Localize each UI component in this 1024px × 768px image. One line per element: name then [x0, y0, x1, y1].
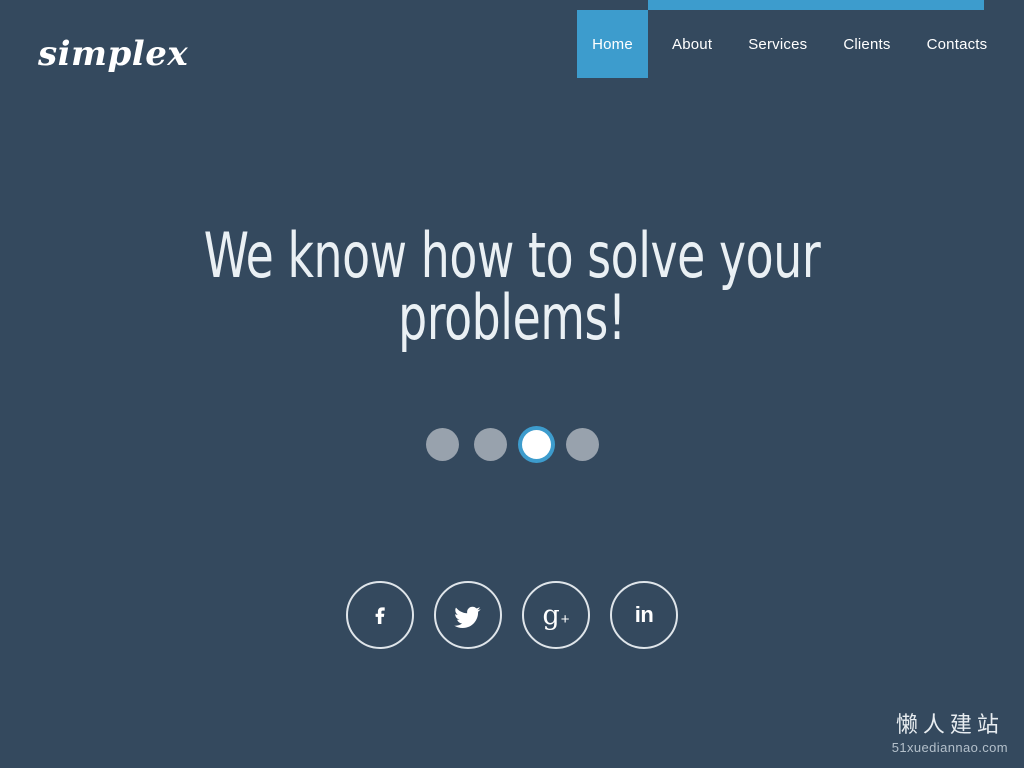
nav-item-about[interactable]: About — [660, 10, 724, 78]
hero-section: We know how to solve your problems! — [0, 225, 1024, 349]
nav-item-home[interactable]: Home — [577, 10, 648, 78]
social-link-facebook[interactable] — [346, 581, 414, 649]
watermark-url: 51xuediannao.com — [891, 740, 1008, 755]
watermark-title: 懒人建站 — [895, 713, 1004, 738]
site-logo[interactable]: simplex — [38, 30, 188, 78]
site-header: simplex Home About Services Clients Cont… — [0, 0, 1024, 100]
nav-item-services[interactable]: Services — [736, 10, 819, 78]
googleplus-icon: g + — [542, 599, 570, 631]
linkedin-icon: in — [634, 602, 654, 627]
slider-pagination — [0, 428, 1024, 461]
social-link-twitter[interactable] — [434, 581, 502, 649]
social-link-linkedin[interactable]: in — [610, 581, 678, 649]
social-links: g + in — [0, 581, 1024, 649]
watermark: 懒人建站 51xuediannao.com — [892, 713, 1008, 756]
nav-item-contacts[interactable]: Contacts — [915, 10, 1000, 78]
twitter-icon — [453, 602, 483, 628]
hero-headline: We know how to solve your problems! — [203, 219, 821, 354]
slider-dot-1[interactable] — [425, 428, 459, 461]
social-link-googleplus[interactable]: g + — [522, 581, 590, 649]
slider-dot-2[interactable] — [473, 428, 507, 461]
main-navigation: Home About Services Clients Contacts — [577, 10, 999, 78]
slider-dot-3-active[interactable] — [521, 430, 551, 459]
nav-item-clients[interactable]: Clients — [831, 10, 902, 78]
facebook-icon — [367, 602, 393, 628]
slider-dot-4[interactable] — [565, 428, 599, 461]
